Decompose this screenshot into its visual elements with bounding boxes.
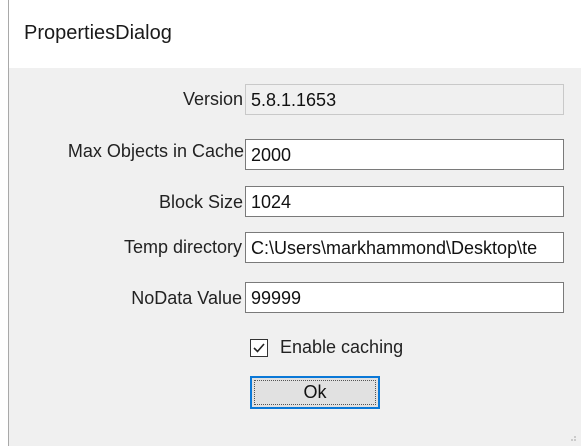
- version-label: Version: [182, 89, 243, 109]
- max-objects-label: Max Objects in Cache: [67, 141, 244, 161]
- properties-dialog-window: PropertiesDialog Version 5.8.1.1653 Max …: [0, 0, 581, 446]
- block-size-label: Block Size: [158, 192, 243, 212]
- enable-caching-label: Enable caching: [280, 337, 404, 357]
- nodata-value-value: 99999: [251, 288, 302, 308]
- window-title: PropertiesDialog: [24, 22, 172, 44]
- enable-caching-checkbox-box[interactable]: [250, 339, 268, 357]
- max-objects-input[interactable]: 2000: [245, 139, 564, 170]
- version-field: 5.8.1.1653: [245, 84, 564, 115]
- resize-grip-icon[interactable]: [567, 432, 577, 442]
- temp-directory-value: C:\Users\markhammond\Desktop\te: [251, 238, 538, 258]
- ok-button[interactable]: Ok: [250, 376, 380, 409]
- ok-button-focus-rect: [254, 380, 376, 405]
- checkmark-icon: [253, 343, 265, 353]
- max-objects-value: 2000: [251, 145, 292, 165]
- nodata-value-input[interactable]: 99999: [245, 282, 564, 313]
- version-value: 5.8.1.1653: [251, 90, 337, 110]
- block-size-value: 1024: [251, 192, 292, 212]
- block-size-input[interactable]: 1024: [245, 186, 564, 217]
- temp-directory-input[interactable]: C:\Users\markhammond\Desktop\te: [245, 232, 564, 263]
- temp-directory-label: Temp directory: [123, 237, 242, 257]
- nodata-value-label: NoData Value: [131, 288, 242, 308]
- title-bar[interactable]: PropertiesDialog: [0, 0, 581, 68]
